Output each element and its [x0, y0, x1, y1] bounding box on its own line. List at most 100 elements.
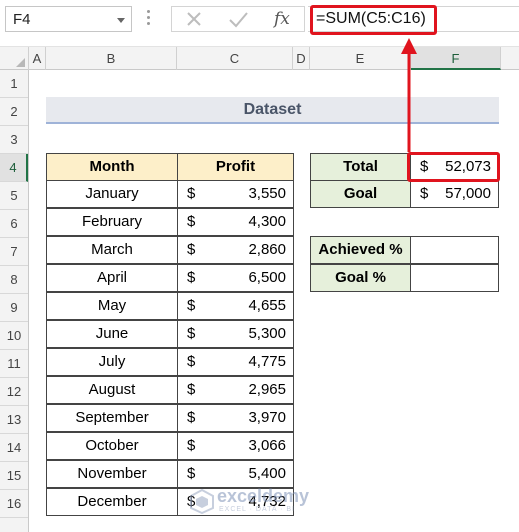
profit-value: 3,066: [248, 437, 286, 454]
column-header-d[interactable]: D: [293, 47, 310, 70]
profit-cell[interactable]: $4,655: [177, 292, 294, 320]
profit-value: 5,400: [248, 465, 286, 482]
currency-symbol: $: [187, 381, 196, 398]
profit-cell[interactable]: $2,965: [177, 376, 294, 404]
row-header-6[interactable]: 6: [0, 210, 28, 238]
profit-value: 3,970: [248, 409, 286, 426]
currency-symbol: $: [187, 353, 196, 370]
column-header-c[interactable]: C: [177, 47, 293, 70]
exceldemy-logo-icon: [190, 488, 214, 514]
profit-value: 5,300: [248, 325, 286, 342]
profit-cell[interactable]: $3,970: [177, 404, 294, 432]
month-cell[interactable]: February: [46, 208, 178, 236]
watermark-name: exceldemy: [217, 486, 310, 506]
exceldemy-watermark: exceldemy EXCEL · DATA · BI: [187, 486, 337, 520]
currency-symbol: $: [187, 213, 196, 230]
column-header-a[interactable]: A: [29, 47, 46, 70]
row-headers: 1 2 3 4 5 6 7 8 9 10 11 12 13 14 15 16: [0, 70, 29, 532]
month-cell[interactable]: November: [46, 460, 178, 488]
profit-cell[interactable]: $5,400: [177, 460, 294, 488]
row-header-11[interactable]: 11: [0, 350, 28, 378]
row-header-15[interactable]: 15: [0, 462, 28, 490]
currency-symbol: $: [187, 409, 196, 426]
currency-symbol: $: [187, 297, 196, 314]
currency-symbol: $: [187, 241, 196, 258]
profit-value: 6,500: [248, 269, 286, 286]
month-cell[interactable]: December: [46, 488, 178, 516]
currency-symbol: $: [187, 185, 196, 202]
profit-cell[interactable]: $4,775: [177, 348, 294, 376]
goal-value: 57,000: [445, 185, 491, 202]
goal-pct-label-cell[interactable]: Goal %: [310, 264, 411, 292]
dataset-title[interactable]: Dataset: [46, 97, 499, 124]
profit-cell[interactable]: $4,300: [177, 208, 294, 236]
chevron-down-icon[interactable]: [117, 18, 125, 23]
row-header-2[interactable]: 2: [0, 98, 28, 126]
profit-cell[interactable]: $3,550: [177, 180, 294, 208]
insert-function-button[interactable]: fx: [262, 7, 302, 31]
close-icon: [187, 12, 201, 26]
watermark-tagline: EXCEL · DATA · BI: [219, 506, 295, 513]
profit-cell[interactable]: $6,500: [177, 264, 294, 292]
row-header-3[interactable]: 3: [0, 126, 28, 154]
total-highlight-box: [407, 152, 500, 182]
profit-value: 4,655: [248, 297, 286, 314]
currency-symbol: $: [187, 437, 196, 454]
currency-symbol: $: [187, 269, 196, 286]
profit-value: 4,300: [248, 213, 286, 230]
month-cell[interactable]: September: [46, 404, 178, 432]
month-cell[interactable]: April: [46, 264, 178, 292]
name-box-value: F4: [13, 11, 31, 28]
profit-value: 3,550: [248, 185, 286, 202]
enter-button[interactable]: [218, 7, 258, 31]
month-cell[interactable]: August: [46, 376, 178, 404]
row-header-14[interactable]: 14: [0, 434, 28, 462]
column-header-b[interactable]: B: [46, 47, 177, 70]
profit-value: 2,860: [248, 241, 286, 258]
drag-handle-icon[interactable]: [147, 10, 151, 28]
currency-symbol: $: [187, 325, 196, 342]
profit-cell[interactable]: $5,300: [177, 320, 294, 348]
total-label-cell[interactable]: Total: [310, 153, 411, 181]
goal-value-cell[interactable]: $57,000: [410, 180, 499, 208]
formula-bar: F4 fx =SUM(C5:C16): [0, 0, 519, 39]
row-header-4[interactable]: 4: [0, 154, 28, 182]
month-cell[interactable]: June: [46, 320, 178, 348]
profit-header[interactable]: Profit: [177, 153, 294, 181]
row-header-13[interactable]: 13: [0, 406, 28, 434]
month-cell[interactable]: May: [46, 292, 178, 320]
achieved-pct-value-cell[interactable]: [410, 236, 499, 264]
row-header-10[interactable]: 10: [0, 322, 28, 350]
column-headers: A B C D E F: [0, 46, 519, 70]
row-header-9[interactable]: 9: [0, 294, 28, 322]
select-all-button[interactable]: [0, 47, 29, 70]
goal-label-cell[interactable]: Goal: [310, 180, 411, 208]
fx-icon: fx: [274, 9, 290, 29]
goal-pct-value-cell[interactable]: [410, 264, 499, 292]
checkmark-icon: [229, 12, 248, 28]
profit-value: 2,965: [248, 381, 286, 398]
worksheet-grid[interactable]: Dataset Month Profit January $3,550 Febr…: [29, 70, 519, 532]
row-header-16[interactable]: 16: [0, 490, 28, 518]
column-header-e[interactable]: E: [310, 47, 411, 70]
currency-symbol: $: [187, 465, 196, 482]
cancel-button[interactable]: [174, 7, 214, 31]
profit-value: 4,775: [248, 353, 286, 370]
month-cell[interactable]: March: [46, 236, 178, 264]
row-header-8[interactable]: 8: [0, 266, 28, 294]
row-header-12[interactable]: 12: [0, 378, 28, 406]
column-header-f[interactable]: F: [411, 47, 501, 70]
month-cell[interactable]: July: [46, 348, 178, 376]
name-box[interactable]: F4: [5, 6, 132, 32]
row-header-7[interactable]: 7: [0, 238, 28, 266]
month-header[interactable]: Month: [46, 153, 178, 181]
month-cell[interactable]: January: [46, 180, 178, 208]
formula-buttons: fx: [171, 6, 305, 32]
month-cell[interactable]: October: [46, 432, 178, 460]
row-header-1[interactable]: 1: [0, 70, 28, 98]
profit-cell[interactable]: $2,860: [177, 236, 294, 264]
currency-symbol: $: [420, 185, 429, 202]
row-header-5[interactable]: 5: [0, 182, 28, 210]
profit-cell[interactable]: $3,066: [177, 432, 294, 460]
achieved-pct-label-cell[interactable]: Achieved %: [310, 236, 411, 264]
